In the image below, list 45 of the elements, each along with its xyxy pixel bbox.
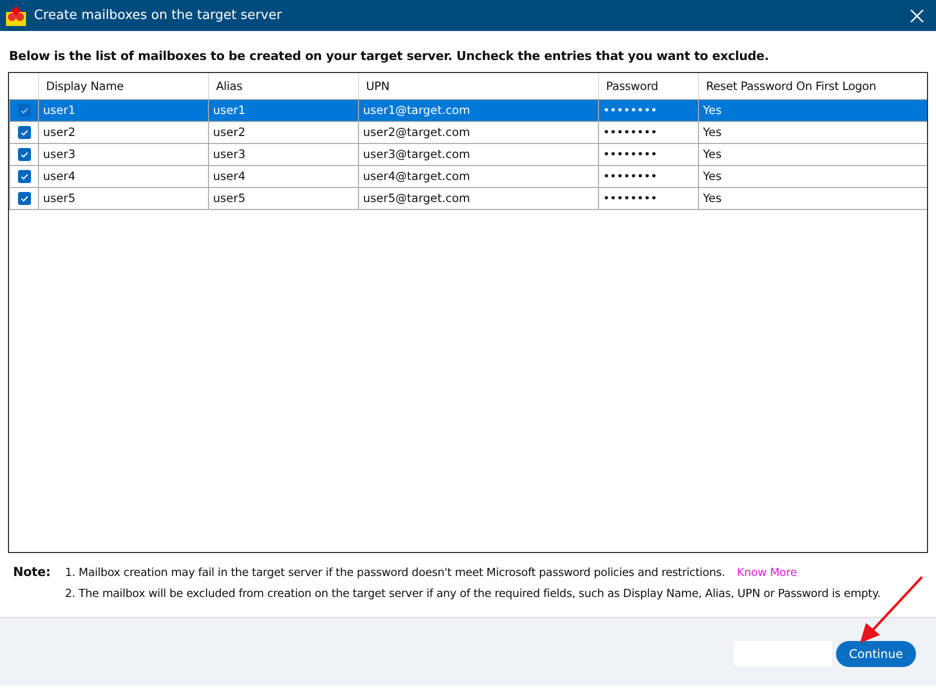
column-header[interactable]: Alias [208,73,358,99]
table-row[interactable]: user3 user3 user3@target.com •••••••• Yes [10,143,927,165]
checkbox[interactable] [18,126,30,140]
table-cell: Yes [698,99,927,121]
checkbox[interactable] [18,192,30,206]
checkbox[interactable] [18,170,30,184]
close-icon [910,8,924,22]
table-cell: user5 [208,187,358,209]
table-cell: user1@target.com [358,99,598,121]
table-cell: user5 [38,187,208,209]
checkbox[interactable] [18,104,30,118]
table-cell: user3 [38,143,208,165]
table-cell: user1 [38,99,208,121]
app-logo-icon [5,4,27,26]
note-text: 1. Mailbox creation may fail in the target server if the password doesn't meet Microsoft password policies and restrictions. [65,566,725,579]
window-title: Create mailboxes on the target server [34,8,283,23]
table-cell: •••••••• [598,99,698,121]
table-cell: user5@target.com [358,187,598,209]
note-text: 2. The mailbox will be excluded from creation on the target server if any of the required fields, such as Display Name, Alias, UPN or Password is empty. [65,587,880,600]
table-cell: user4 [208,165,358,187]
checkbox[interactable] [18,148,30,162]
table-cell: •••••••• [598,187,698,209]
table-cell: user3 [208,143,358,165]
note-label: Note: [13,564,52,581]
table-row[interactable]: user4 user4 user4@target.com •••••••• Yes [10,165,927,187]
column-header[interactable]: UPN [358,73,598,99]
table-cell: user2 [208,121,358,143]
know-more-link[interactable]: Know More [737,566,797,579]
table-cell: user4 [38,165,208,187]
column-header[interactable]: Display Name [38,73,208,99]
table-cell: •••••••• [598,121,698,143]
table-cell: •••••••• [598,165,698,187]
instruction-text: Below is the list of mailboxes to be created on your target server. Uncheck the entries that you want to exclude. [9,49,770,63]
column-header[interactable]: Password [598,73,698,99]
table-cell: user3@target.com [358,143,598,165]
table-row[interactable]: user5 user5 user5@target.com •••••••• Yes [10,187,927,209]
table-cell: user1 [208,99,358,121]
table-cell: user4@target.com [358,165,598,187]
table-row[interactable]: user2 user2 user2@target.com •••••••• Yes [10,121,927,143]
table-cell: •••••••• [598,143,698,165]
table-cell: user2@target.com [358,121,598,143]
continue-button[interactable]: Continue [836,641,916,667]
table-cell: user2 [38,121,208,143]
table-row[interactable]: user1 user1 user1@target.com •••••••• Yes [10,99,927,121]
column-header[interactable]: Reset Password On First Logon [698,73,927,99]
